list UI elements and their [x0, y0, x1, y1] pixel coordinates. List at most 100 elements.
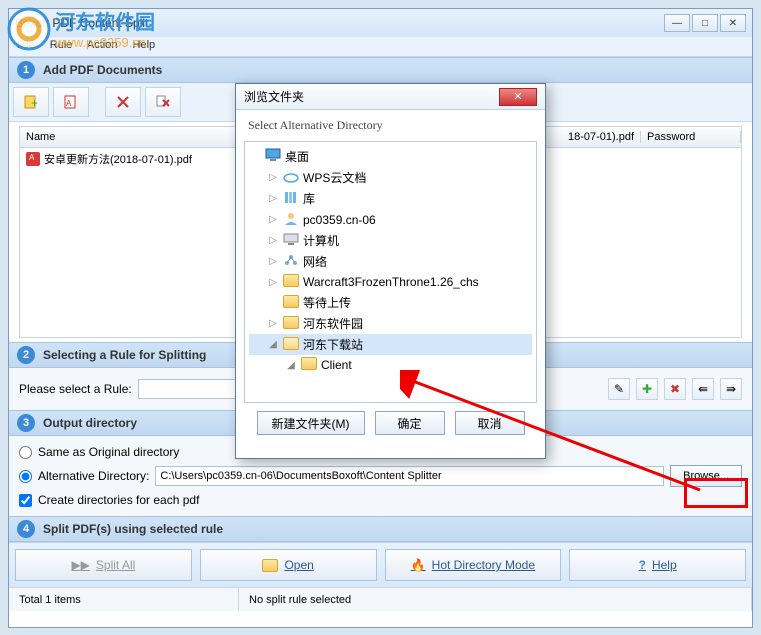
tree-item-label: 库: [303, 190, 315, 207]
rule-delete-button[interactable]: ✖: [664, 378, 686, 400]
file-name: 安卓更新方法(2018-07-01).pdf: [44, 151, 192, 167]
rule-label: Please select a Rule:: [19, 382, 132, 396]
tree-item[interactable]: ▷ 计算机: [249, 230, 532, 251]
radio-same-dir[interactable]: [19, 446, 32, 459]
step2-num-badge: 2: [17, 346, 35, 364]
folder-icon: [262, 559, 278, 572]
step4-title: Split PDF(s) using selected rule: [43, 522, 223, 536]
step3-num-badge: 3: [17, 414, 35, 432]
folder-tree[interactable]: 桌面▷WPS云文档▷库▷pc0359.cn-06▷计算机▷网络▷Warcraft…: [244, 141, 537, 403]
folder-open-icon: [283, 337, 299, 353]
step3-title: Output directory: [43, 416, 137, 430]
tree-item[interactable]: ▷ 网络: [249, 251, 532, 272]
watermark-text: 河东软件园: [55, 10, 155, 34]
help-icon: ?: [639, 558, 646, 572]
label-same-dir: Same as Original directory: [38, 445, 179, 459]
folder-icon: [301, 357, 317, 373]
tree-item[interactable]: ▷ WPS云文档: [249, 167, 532, 188]
hot-directory-button[interactable]: 🔥 Hot Directory Mode: [385, 549, 562, 581]
tree-item-label: 网络: [303, 253, 327, 270]
user-icon: [283, 211, 299, 228]
split-all-button[interactable]: ▶▶ Split All: [15, 549, 192, 581]
tree-item-label: 等待上传: [303, 294, 351, 311]
expand-icon[interactable]: ◢: [267, 339, 279, 350]
expand-icon[interactable]: ▷: [267, 193, 279, 204]
tree-item-label: Client: [321, 358, 352, 372]
tree-item-label: pc0359.cn-06: [303, 213, 376, 227]
expand-icon[interactable]: ▷: [267, 235, 279, 246]
fire-icon: 🔥: [411, 558, 426, 572]
step4-num-badge: 4: [17, 520, 35, 538]
expand-icon[interactable]: ▷: [267, 172, 279, 183]
status-bar: Total 1 items No split rule selected: [9, 587, 752, 611]
rule-edit-button[interactable]: ✎: [608, 378, 630, 400]
radio-alt-dir[interactable]: [19, 470, 32, 483]
path-input[interactable]: [155, 466, 664, 486]
open-button[interactable]: Open: [200, 549, 377, 581]
tree-item[interactable]: ▷ pc0359.cn-06: [249, 209, 532, 230]
library-icon: [283, 190, 299, 207]
label-alt-dir: Alternative Directory:: [38, 469, 149, 483]
tree-item[interactable]: ▷库: [249, 188, 532, 209]
col-password[interactable]: Password: [641, 131, 741, 143]
rule-export-button[interactable]: ⇛: [720, 378, 742, 400]
desktop-icon: [265, 148, 281, 165]
add-file-button[interactable]: +: [13, 87, 49, 117]
tree-item[interactable]: ▷Warcraft3FrozenThrone1.26_chs: [249, 272, 532, 292]
expand-icon[interactable]: ▷: [267, 256, 279, 267]
step1-title: Add PDF Documents: [43, 63, 162, 77]
toolbar-separator: [93, 87, 101, 117]
tree-item[interactable]: ◢ Client: [249, 355, 532, 375]
clear-button[interactable]: [145, 87, 181, 117]
rule-import-button[interactable]: ⇚: [692, 378, 714, 400]
watermark: 河东软件园 www.pc0359.cn: [5, 5, 225, 64]
tree-item[interactable]: 桌面: [249, 146, 532, 167]
status-total: Total 1 items: [9, 588, 239, 611]
help-button[interactable]: ? Help: [569, 549, 746, 581]
tree-item-label: 河东软件园: [303, 315, 363, 332]
rule-add-button[interactable]: ✚: [636, 378, 658, 400]
step2-title: Selecting a Rule for Splitting: [43, 348, 206, 362]
expand-icon[interactable]: ▷: [267, 277, 279, 288]
dialog-close-button[interactable]: ✕: [499, 88, 537, 106]
folder-icon: [283, 295, 299, 311]
add-pdf-button[interactable]: A: [53, 87, 89, 117]
dialog-subtitle: Select Alternative Directory: [236, 110, 545, 141]
tree-item[interactable]: ▷ 河东软件园: [249, 313, 532, 334]
browse-button[interactable]: Browse...: [670, 465, 742, 487]
remove-button[interactable]: [105, 87, 141, 117]
checkbox-create-dirs[interactable]: [19, 494, 32, 507]
tree-item[interactable]: ◢ 河东下载站: [249, 334, 532, 355]
minimize-button[interactable]: —: [664, 14, 690, 32]
tree-item-label: 桌面: [285, 148, 309, 165]
expand-icon[interactable]: ▷: [267, 318, 279, 329]
dialog-title: 浏览文件夹: [244, 88, 499, 105]
expand-icon[interactable]: ◢: [285, 360, 297, 371]
expand-icon[interactable]: ▷: [267, 214, 279, 225]
label-create-dirs: Create directories for each pdf: [38, 493, 199, 507]
network-icon: [283, 253, 299, 270]
svg-text:+: +: [31, 96, 38, 110]
ok-button[interactable]: 确定: [375, 411, 445, 435]
computer-icon: [283, 232, 299, 249]
new-folder-button[interactable]: 新建文件夹(M): [257, 411, 365, 435]
browse-folder-dialog: 浏览文件夹 ✕ Select Alternative Directory 桌面 ▷…: [235, 83, 546, 459]
dialog-titlebar: 浏览文件夹 ✕: [236, 84, 545, 110]
dialog-buttons: 新建文件夹(M) 确定 取消: [236, 403, 545, 443]
step4-body: ▶▶ Split All Open 🔥 Hot Directory Mode ?…: [9, 542, 752, 587]
maximize-button[interactable]: □: [692, 14, 718, 32]
tree-item-label: 河东下载站: [303, 336, 363, 353]
tree-item-label: WPS云文档: [303, 169, 366, 186]
window-buttons: — □ ✕: [664, 14, 746, 32]
play-icon: ▶▶: [71, 558, 89, 572]
cancel-button[interactable]: 取消: [455, 411, 525, 435]
tree-item[interactable]: 等待上传: [249, 292, 532, 313]
step4-header: 4 Split PDF(s) using selected rule: [9, 516, 752, 542]
tree-item-label: 计算机: [303, 232, 339, 249]
close-button[interactable]: ✕: [720, 14, 746, 32]
folder-icon: [283, 274, 299, 290]
folder-icon: [283, 316, 299, 332]
watermark-url: www.pc0359.cn: [54, 35, 146, 50]
cloud-icon: [283, 169, 299, 186]
svg-text:A: A: [66, 99, 72, 108]
